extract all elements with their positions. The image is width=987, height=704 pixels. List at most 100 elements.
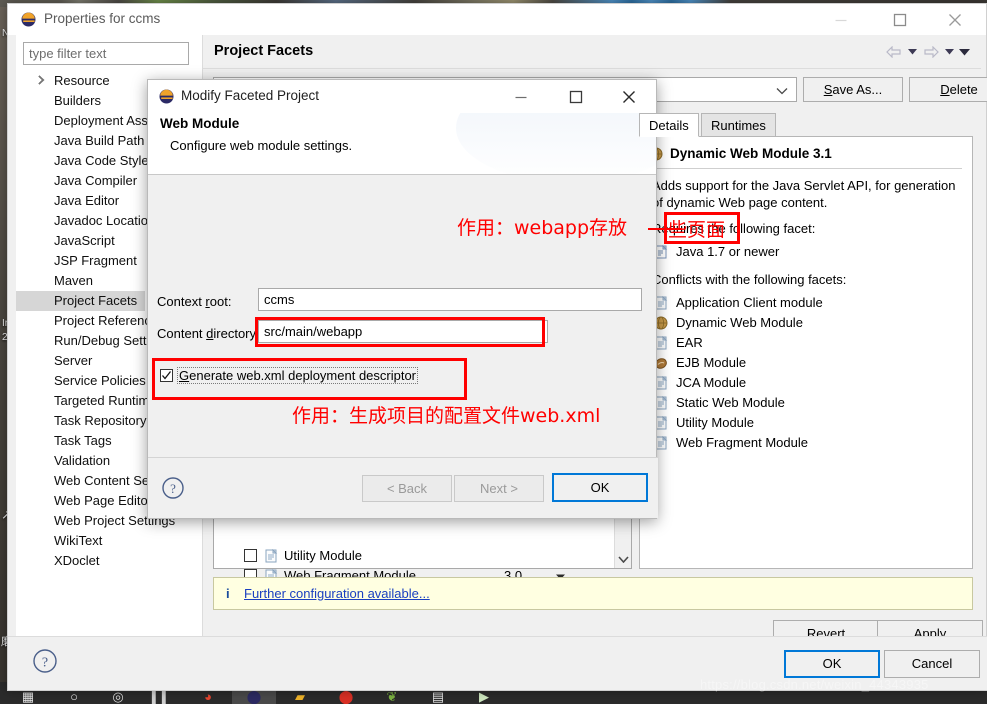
details-heading-row: Dynamic Web Module 3.1: [640, 137, 972, 161]
chevron-right-icon[interactable]: [38, 71, 50, 91]
list-item: Application Client module: [640, 293, 972, 313]
cancel-button[interactable]: Cancel: [884, 650, 980, 678]
back-dropdown-icon[interactable]: [906, 42, 919, 62]
screen: N In 2 ↗ 磨 ▦ ○ ◎ ▍▍ ◕ ⬤ ▰ ⬤ ❦ ▤ ▶ Proper…: [0, 0, 987, 704]
sidebar-item-wikitext[interactable]: WikiText: [16, 531, 202, 551]
save-as-label-rest: ave As...: [832, 82, 883, 97]
info-icon: i: [226, 586, 230, 601]
details-conflicts-label: Conflicts with the following facets:: [652, 272, 847, 287]
scroll-down-icon[interactable]: [615, 551, 632, 568]
dialog-close-button[interactable]: [606, 80, 651, 113]
sidebar-item-label: Project Facets: [16, 291, 146, 311]
navigation-toolbar[interactable]: [884, 42, 971, 62]
list-item: EJB Module: [640, 353, 972, 373]
filter-placeholder: type filter text: [29, 46, 107, 61]
list-item-label: Utility Module: [676, 415, 755, 430]
context-root-value: ccms: [264, 292, 295, 307]
tab-runtimes-label: Runtimes: [711, 118, 766, 133]
delete-label-rest: elete: [949, 82, 978, 97]
delete-button[interactable]: Delete: [909, 77, 987, 102]
filter-input[interactable]: type filter text: [23, 42, 189, 65]
chevron-down-icon: [776, 83, 788, 98]
document-icon: [264, 548, 278, 563]
list-item: EAR: [640, 333, 972, 353]
list-item: Web Fragment Module: [640, 433, 972, 453]
list-item-label: Static Web Module: [676, 395, 785, 410]
list-item-label: Java 1.7 or newer: [676, 244, 780, 259]
list-item: Static Web Module: [640, 393, 972, 413]
dialog-titlebar: Modify Faceted Project: [148, 80, 656, 113]
list-item-label: Web Fragment Module: [676, 435, 808, 450]
annotation-text-webapp: 作用：webapp存放: [457, 217, 628, 239]
next-button: Next >: [454, 475, 544, 502]
context-root-input[interactable]: ccms: [258, 288, 642, 311]
sidebar-item-label: WikiText: [54, 533, 103, 548]
svg-text:?: ?: [42, 656, 48, 671]
next-label: Next >: [480, 481, 518, 496]
dialog-subheading: Configure web module settings.: [170, 138, 353, 153]
dialog-title: Modify Faceted Project: [181, 88, 320, 103]
list-item-label: Application Client module: [676, 295, 823, 310]
forward-dropdown-icon[interactable]: [943, 42, 956, 62]
list-item-label: EAR: [676, 335, 703, 350]
details-heading: Dynamic Web Module 3.1: [670, 146, 832, 161]
save-as-button[interactable]: Save As...: [803, 77, 903, 102]
facet-name: Utility Module: [284, 548, 363, 563]
dialog-footer: ? < Back Next > OK: [148, 457, 658, 518]
svg-text:?: ?: [170, 481, 176, 496]
eclipse-icon: [159, 89, 174, 104]
list-item-label: Dynamic Web Module: [676, 315, 803, 330]
annotation-box-generate-webxml: [152, 358, 467, 400]
dialog-maximize-button[interactable]: [553, 80, 598, 113]
forward-arrow-icon[interactable]: [921, 42, 941, 62]
list-item-label: EJB Module: [676, 355, 747, 370]
ok-label: OK: [822, 656, 842, 671]
help-icon[interactable]: ?: [32, 648, 58, 677]
tab-runtimes[interactable]: Runtimes: [701, 113, 776, 137]
list-item: Utility Module: [640, 413, 972, 433]
eclipse-icon: [21, 12, 36, 27]
dialog-ok-button[interactable]: OK: [552, 473, 648, 502]
back-arrow-icon[interactable]: [884, 42, 904, 62]
page-title: Project Facets: [214, 43, 314, 59]
details-tabstrip[interactable]: Details Runtimes: [639, 113, 973, 137]
list-item: JCA Module: [640, 373, 972, 393]
info-bar: i Further configuration available...: [213, 577, 973, 610]
dialog-header: Web Module Configure web module settings…: [148, 113, 656, 175]
table-row[interactable]: Utility Module: [214, 546, 614, 566]
list-item: Dynamic Web Module: [640, 313, 972, 333]
cancel-label: Cancel: [911, 656, 953, 671]
sidebar-item-xdoclet[interactable]: XDoclet: [16, 75, 202, 571]
details-conflicts-list: Application Client module Dynamic Web Mod…: [640, 287, 972, 453]
modify-faceted-project-dialog: Modify Faceted Project Web Module Config…: [147, 79, 658, 519]
dialog-help-icon[interactable]: ?: [161, 476, 185, 503]
minimize-button[interactable]: [818, 4, 864, 35]
annotation-text-webxml: 作用：生成项目的配置文件web.xml: [292, 405, 601, 427]
close-button[interactable]: [932, 4, 978, 35]
page-header: Project Facets: [203, 35, 981, 69]
properties-titlebar: Properties for ccms: [8, 4, 986, 35]
context-root-label: Context root:: [157, 294, 232, 309]
sidebar-item-label: XDoclet: [54, 553, 100, 568]
facet-checkbox[interactable]: [244, 549, 257, 562]
maximize-button[interactable]: [877, 4, 923, 35]
dialog-ok-label: OK: [590, 480, 610, 495]
list-item-label: JCA Module: [676, 375, 747, 390]
dialog-minimize-button[interactable]: [498, 80, 543, 113]
tab-details[interactable]: Details: [639, 113, 699, 137]
details-description: Adds support for the Java Servlet API, f…: [652, 178, 956, 210]
details-body: Dynamic Web Module 3.1 Adds support for …: [639, 136, 973, 569]
ok-button[interactable]: OK: [784, 650, 880, 678]
further-configuration-link[interactable]: Further configuration available...: [244, 586, 430, 601]
tab-details-label: Details: [649, 118, 689, 133]
back-button: < Back: [362, 475, 452, 502]
details-panel: Details Runtimes Dynamic Web Module 3.1 …: [639, 113, 973, 569]
watermark: https://blog.csdn.net/weixin_44343935: [700, 677, 929, 692]
back-label: < Back: [386, 481, 428, 496]
annotation-text-pages: 些页面: [668, 219, 726, 241]
annotation-box-content-directory: [255, 317, 545, 347]
menu-dropdown-icon[interactable]: [958, 42, 971, 62]
dialog-heading: Web Module: [160, 116, 240, 131]
content-directory-label: Content directory:: [157, 326, 260, 341]
properties-window-title: Properties for ccms: [44, 11, 161, 26]
